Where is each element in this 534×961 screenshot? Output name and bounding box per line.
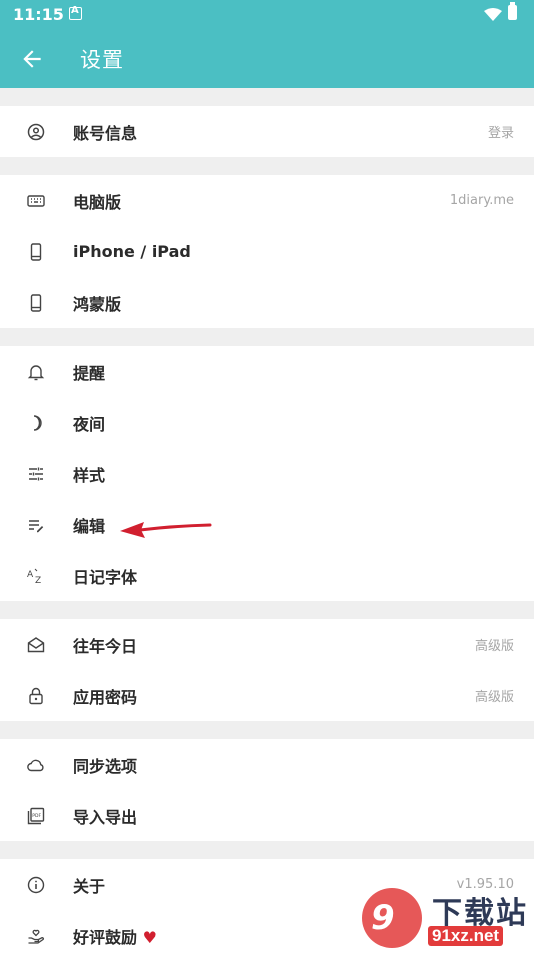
svg-text:A: A <box>27 570 34 580</box>
row-label: 日记字体 <box>73 567 138 587</box>
back-arrow-icon[interactable] <box>19 46 45 72</box>
watermark-url: 91xz.net <box>428 926 504 946</box>
row-app-password[interactable]: 应用密码 高级版 <box>0 670 534 721</box>
pdf-file-icon: PDF <box>26 806 46 826</box>
row-value: 高级版 <box>474 639 514 654</box>
row-label: 电脑版 <box>73 192 122 212</box>
row-value: 高级版 <box>474 690 514 705</box>
phone-icon <box>26 293 46 313</box>
row-desktop[interactable]: 电脑版 1diary.me <box>0 175 534 226</box>
row-label-text: 好评鼓励 <box>73 927 138 947</box>
row-label: 提醒 <box>73 363 106 383</box>
font-az-icon: AZ <box>26 566 46 586</box>
annotation-arrow <box>120 522 212 538</box>
notification-icon <box>69 5 82 20</box>
wifi-icon <box>484 8 502 21</box>
row-on-this-day[interactable]: 往年今日 高级版 <box>0 619 534 670</box>
watermark-logo: 9 <box>362 888 422 948</box>
row-iphone-ipad[interactable]: iPhone / iPad <box>0 226 534 277</box>
account-circle-icon <box>26 122 46 142</box>
heart-icon: ♥ <box>142 927 157 947</box>
battery-icon <box>508 2 517 20</box>
group-data: 同步选项 PDF 导入导出 <box>0 739 534 841</box>
row-account-info[interactable]: 账号信息 登录 <box>0 106 534 157</box>
page-title: 设置 <box>80 48 124 72</box>
tune-sliders-icon <box>26 464 46 484</box>
row-harmony[interactable]: 鸿蒙版 <box>0 277 534 328</box>
edit-note-icon <box>26 515 46 535</box>
svg-text:PDF: PDF <box>32 813 41 819</box>
group-account: 账号信息 登录 <box>0 106 534 157</box>
row-value: 登录 <box>487 126 514 141</box>
watermark-logo-text: 9 <box>371 898 395 938</box>
row-label: 样式 <box>73 465 106 485</box>
row-reminder[interactable]: 提醒 <box>0 346 534 397</box>
svg-text:Z: Z <box>35 576 41 586</box>
row-label: 编辑 <box>73 516 106 536</box>
watermark: 9 下载站 91xz.net <box>362 888 534 950</box>
row-sync-options[interactable]: 同步选项 <box>0 739 534 790</box>
row-edit[interactable]: 编辑 <box>0 499 534 550</box>
row-night[interactable]: 夜间 <box>0 397 534 448</box>
status-time: 11:15 <box>13 5 64 24</box>
bell-icon <box>26 362 46 382</box>
row-style[interactable]: 样式 <box>0 448 534 499</box>
row-label: 鸿蒙版 <box>73 294 122 314</box>
row-label: 应用密码 <box>73 687 138 707</box>
row-label: 夜间 <box>73 414 106 434</box>
group-platforms: 电脑版 1diary.me iPhone / iPad 鸿蒙版 <box>0 175 534 328</box>
hand-heart-icon <box>26 926 46 946</box>
info-icon <box>26 875 46 895</box>
settings-list: 账号信息 登录 电脑版 1diary.me iPhone / iPad 鸿蒙版 <box>0 88 534 961</box>
row-label: iPhone / iPad <box>73 242 191 261</box>
row-label: 关于 <box>73 876 106 896</box>
row-label: 好评鼓励 ♥ <box>73 924 157 948</box>
row-value: 1diary.me <box>449 193 514 208</box>
cloud-icon <box>26 755 46 775</box>
moon-icon <box>26 413 46 433</box>
row-label: 往年今日 <box>73 636 138 656</box>
group-premium: 往年今日 高级版 应用密码 高级版 <box>0 619 534 721</box>
group-preferences: 提醒 夜间 样式 编辑 AZ 日记字体 <box>0 346 534 601</box>
lock-icon <box>26 686 46 706</box>
row-diary-font[interactable]: AZ 日记字体 <box>0 550 534 601</box>
row-label: 同步选项 <box>73 756 138 776</box>
app-bar: 设置 <box>0 30 534 88</box>
row-label: 导入导出 <box>73 807 138 827</box>
status-bar: 11:15 <box>0 0 534 30</box>
row-label: 账号信息 <box>73 123 138 143</box>
phone-icon <box>26 242 46 262</box>
keyboard-icon <box>26 191 46 211</box>
mail-open-icon <box>26 635 46 655</box>
row-import-export[interactable]: PDF 导入导出 <box>0 790 534 841</box>
